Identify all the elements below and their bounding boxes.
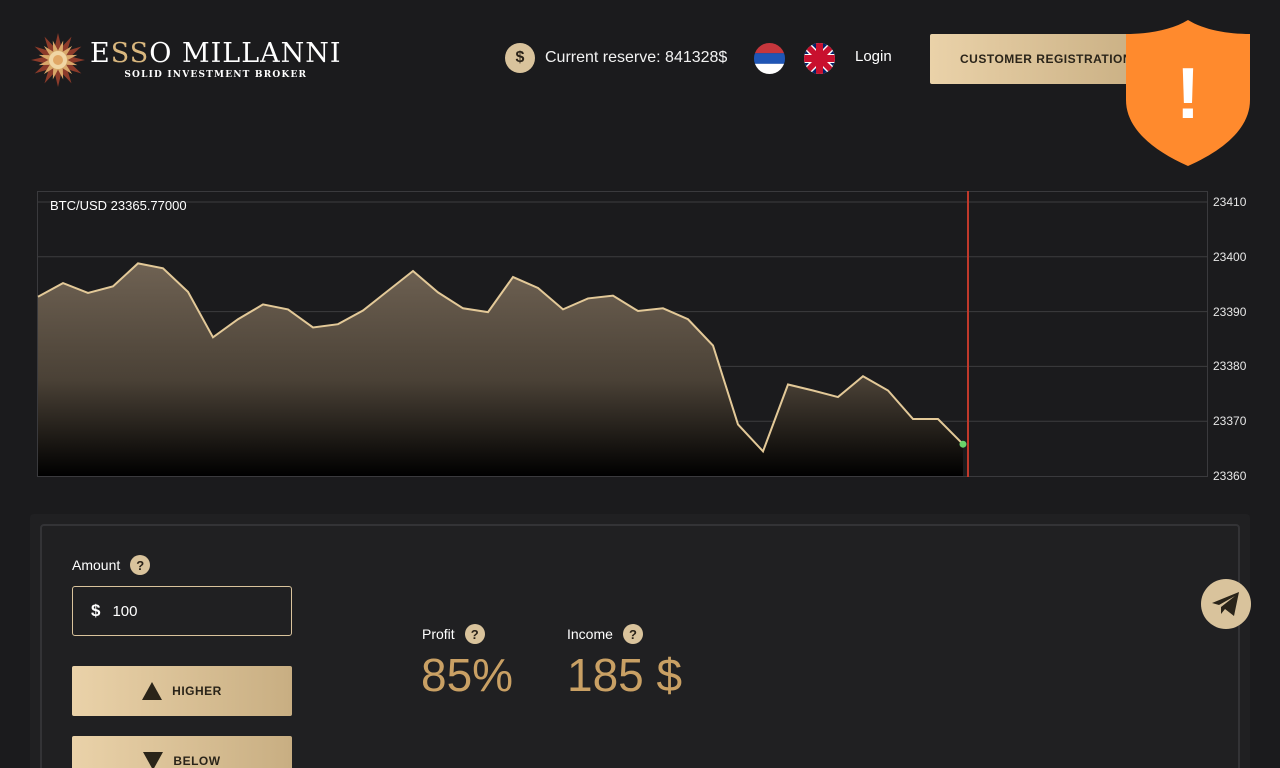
logo-name: ESSO MILLANNI <box>90 38 342 69</box>
profit-help-icon[interactable]: ? <box>464 624 485 644</box>
sunburst-logo-icon <box>31 33 85 87</box>
y-tick-label: 23410 <box>1213 194 1247 209</box>
income-label: Income <box>567 626 613 642</box>
logo-text: ESSO MILLANNI SOLID INVESTMENT BROKER <box>90 38 342 81</box>
amount-input[interactable] <box>112 602 273 620</box>
telegram-icon[interactable] <box>1201 579 1251 629</box>
warning-exclamation: ! <box>1176 54 1200 134</box>
logo-tagline: SOLID INVESTMENT BROKER <box>124 70 308 80</box>
uk-flag-icon[interactable] <box>804 43 835 74</box>
higher-button[interactable]: HIGHER <box>72 666 292 716</box>
customer-registration-button[interactable]: CUSTOMER REGISTRATION <box>930 34 1150 84</box>
y-tick-label: 23390 <box>1213 304 1247 319</box>
amount-help-icon[interactable]: ? <box>130 555 151 575</box>
amount-label: Amount <box>72 557 121 573</box>
profit-label-row: Profit ? <box>422 624 485 644</box>
profit-label: Profit <box>422 626 455 642</box>
triangle-down-icon <box>143 752 164 768</box>
y-tick-label: 23370 <box>1213 414 1247 429</box>
dollar-coin-icon: $ <box>505 43 535 73</box>
dollar-icon: $ <box>91 601 101 620</box>
amount-label-row: Amount ? <box>72 555 151 575</box>
price-chart: BTC/USD 23365.77000 23410 23400 23390 23380… <box>37 191 1280 483</box>
login-link[interactable]: Login <box>855 48 892 65</box>
brand-logo[interactable]: ESSO MILLANNI SOLID INVESTMENT BROKER <box>30 32 342 88</box>
y-tick-label: 23380 <box>1213 359 1247 374</box>
triangle-up-icon <box>142 682 163 700</box>
higher-label: HIGHER <box>172 684 222 698</box>
income-label-row: Income ? <box>567 624 643 644</box>
profit-value: 85% <box>421 649 514 701</box>
serbian-flag-icon[interactable] <box>754 43 785 74</box>
current-reserve: $ Current reserve: 841328$ <box>505 43 727 73</box>
amount-field[interactable]: $ <box>72 586 292 636</box>
income-value: 185 $ <box>567 649 683 701</box>
below-label: BELOW <box>173 754 221 768</box>
chart-canvas <box>37 191 1208 477</box>
below-button[interactable]: BELOW <box>72 736 292 768</box>
y-tick-label: 23400 <box>1213 249 1247 264</box>
income-help-icon[interactable]: ? <box>622 624 643 644</box>
trade-panel-inner <box>40 524 1240 768</box>
chart-title: BTC/USD 23365.77000 <box>50 198 187 213</box>
page: ESSO MILLANNI SOLID INVESTMENT BROKER $ … <box>0 0 1280 768</box>
warning-shield-icon[interactable]: ! <box>1126 20 1250 166</box>
y-tick-label: 23360 <box>1213 469 1247 483</box>
reserve-text: Current reserve: 841328$ <box>545 49 728 66</box>
